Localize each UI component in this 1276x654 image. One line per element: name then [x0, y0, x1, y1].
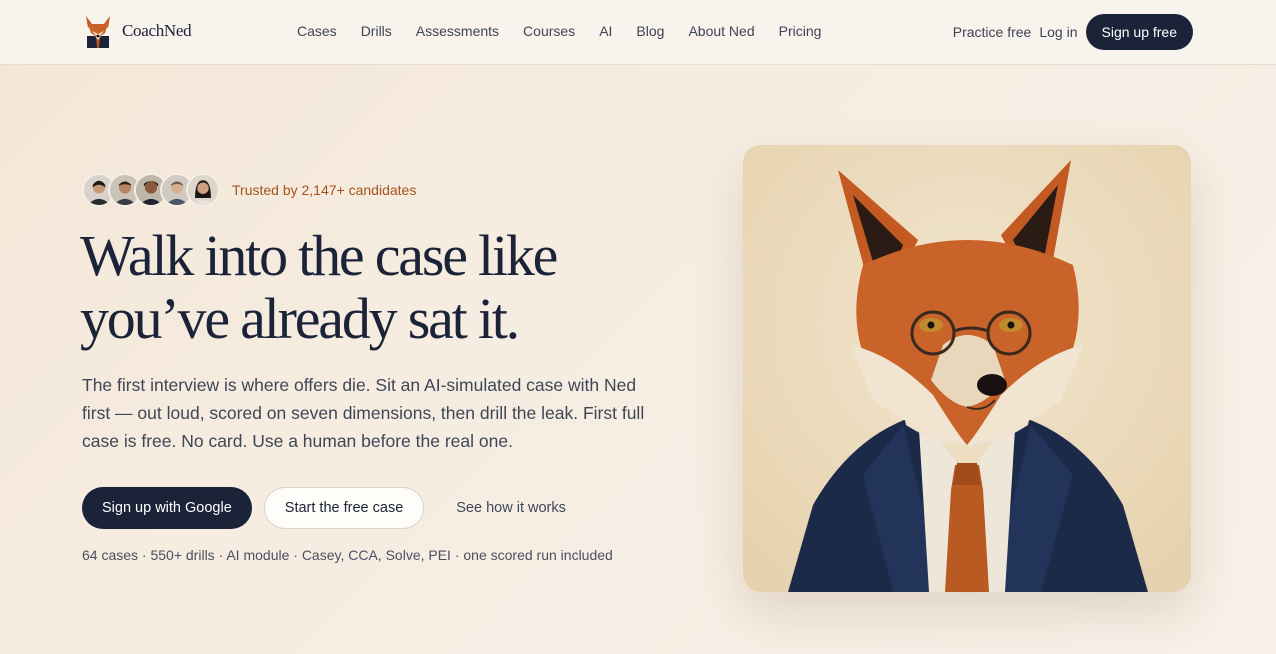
- trusted-text: Trusted by 2,147+ candidates: [232, 182, 417, 198]
- brand-logo[interactable]: CoachNed: [82, 14, 192, 48]
- hero-meta: 64 cases · 550+ drills · AI module · Cas…: [82, 547, 613, 563]
- fox-portrait: [743, 145, 1191, 592]
- nav-assessments[interactable]: Assessments: [416, 23, 499, 39]
- sign-up-with-google-button[interactable]: Sign up with Google: [82, 487, 252, 529]
- nav-ai[interactable]: AI: [599, 23, 612, 39]
- see-how-it-works-link[interactable]: See how it works: [456, 500, 566, 516]
- avatar-stack: [82, 173, 220, 207]
- fox-portrait-illustration: [743, 145, 1191, 592]
- header-actions: Practice free Log in Sign up free: [953, 14, 1193, 50]
- fox-logo-icon: [86, 16, 110, 48]
- log-in-link[interactable]: Log in: [1039, 24, 1077, 40]
- avatar: [186, 173, 220, 207]
- nav-about-ned[interactable]: About Ned: [688, 23, 754, 39]
- nav-courses[interactable]: Courses: [523, 23, 575, 39]
- practice-free-link[interactable]: Practice free: [953, 24, 1032, 40]
- brand-name: CoachNed: [122, 21, 192, 40]
- start-free-case-button[interactable]: Start the free case: [263, 487, 425, 529]
- nav-pricing[interactable]: Pricing: [779, 23, 822, 39]
- sign-up-button[interactable]: Sign up free: [1085, 14, 1193, 50]
- nav-drills[interactable]: Drills: [361, 23, 392, 39]
- main-nav: Cases Drills Assessments Courses AI Blog…: [297, 23, 845, 39]
- hero-subtext: The first interview is where offers die.…: [82, 375, 645, 451]
- site-header: CoachNed Cases Drills Assessments Course…: [0, 0, 1276, 65]
- cta-row: Sign up with Google Start the free case …: [82, 487, 566, 529]
- nav-blog[interactable]: Blog: [636, 23, 664, 39]
- trusted-badge: Trusted by 2,147+ candidates: [82, 173, 416, 207]
- hero-headline: Walk into the case like you’ve already s…: [80, 223, 558, 351]
- nav-cases[interactable]: Cases: [297, 23, 337, 39]
